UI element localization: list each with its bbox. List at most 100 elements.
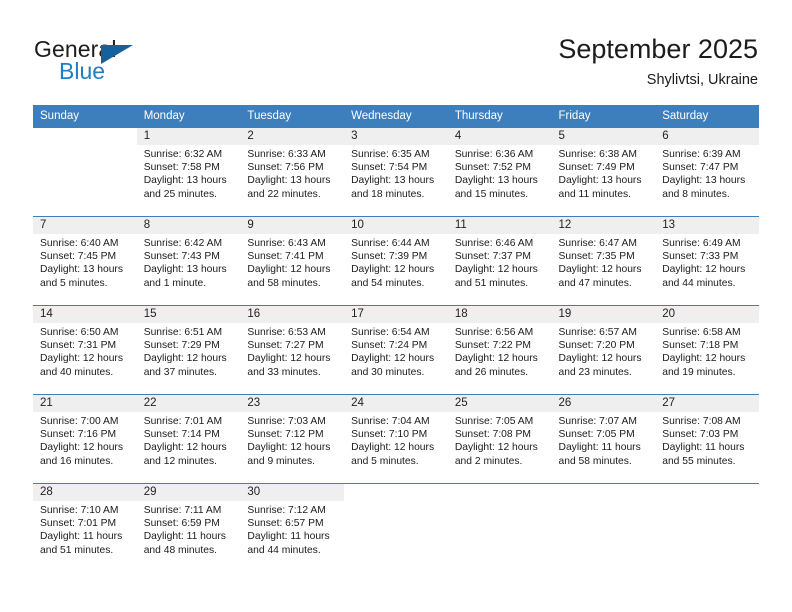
calendar-day-cell[interactable]: 9 Sunrise: 6:43 AM Sunset: 7:41 PM Daylight…: [240, 216, 345, 306]
brand-logo[interactable]: General Blue: [34, 36, 234, 88]
day-details: Sunrise: 6:40 AM Sunset: 7:45 PM Daylight:…: [33, 234, 137, 290]
calendar-day-cell[interactable]: 13 Sunrise: 6:49 AM Sunset: 7:33 PM Dayligh…: [655, 216, 759, 306]
sunrise-line: Sunrise: 6:58 AM: [662, 327, 741, 338]
daylight-line: and 55 minutes.: [662, 455, 736, 467]
daylight-line: Daylight: 12 hours: [143, 353, 227, 365]
calendar-day-cell[interactable]: 11 Sunrise: 6:46 AM Sunset: 7:37 PM Dayligh…: [447, 216, 552, 306]
day-details: Sunrise: 7:04 AM Sunset: 7:10 PM Daylight:…: [344, 412, 448, 468]
calendar-day-cell[interactable]: 27 Sunrise: 7:08 AM Sunset: 7:03 PM Dayligh…: [655, 394, 759, 484]
sunrise-line: Sunrise: 7:00 AM: [40, 416, 119, 427]
calendar-day-cell[interactable]: 25 Sunrise: 7:05 AM Sunset: 7:08 PM Dayligh…: [447, 394, 552, 484]
sunrise-line: Sunrise: 7:01 AM: [143, 416, 223, 427]
calendar-day-cell[interactable]: 16 Sunrise: 6:53 AM Sunset: 7:27 PM Dayligh…: [240, 305, 345, 395]
daylight-line: and 1 minute.: [143, 277, 207, 289]
daylight-line: Daylight: 12 hours: [351, 442, 435, 454]
day-details: Sunrise: 7:07 AM Sunset: 7:05 PM Daylight:…: [552, 412, 656, 468]
calendar-day-cell[interactable]: 2 Sunrise: 6:33 AM Sunset: 7:56 PM Daylight…: [240, 128, 345, 217]
calendar-header-row: Sunday Monday Tuesday Wednesday Thursday Frid…: [33, 105, 759, 128]
calendar-day-cell[interactable]: 26 Sunrise: 7:07 AM Sunset: 7:05 PM Dayligh…: [551, 394, 656, 484]
day-details: Sunrise: 6:35 AM Sunset: 7:54 PM Daylight:…: [344, 145, 448, 201]
daylight-line: Daylight: 12 hours: [247, 264, 331, 276]
sunset-line: Sunset: 7:24 PM: [351, 340, 428, 352]
calendar-day-cell[interactable]: 5 Sunrise: 6:38 AM Sunset: 7:49 PM Daylight…: [551, 128, 656, 217]
calendar-day-cell[interactable]: 18 Sunrise: 6:56 AM Sunset: 7:22 PM Dayligh…: [447, 305, 552, 395]
day-number: 8: [136, 217, 241, 234]
weekday-header-label: Sunday: [40, 110, 80, 122]
daylight-line: Daylight: 12 hours: [454, 264, 538, 276]
sunrise-line: Sunrise: 6:51 AM: [143, 327, 223, 338]
weekday-header-tuesday: Tuesday: [240, 105, 345, 128]
day-number: 12: [551, 217, 656, 234]
sunset-line: Sunset: 7:14 PM: [143, 429, 220, 441]
calendar-day-cell[interactable]: 7 Sunrise: 6:40 AM Sunset: 7:45 PM Daylight…: [33, 216, 137, 306]
calendar-day-cell[interactable]: 12 Sunrise: 6:47 AM Sunset: 7:35 PM Dayligh…: [551, 216, 656, 306]
daylight-line: and 15 minutes.: [454, 188, 529, 200]
calendar-day-cell[interactable]: 8 Sunrise: 6:42 AM Sunset: 7:43 PM Daylight…: [136, 216, 241, 306]
daylight-line: and 8 minutes.: [662, 188, 730, 200]
daylight-line: Daylight: 12 hours: [143, 442, 227, 454]
brand-name-blue: Blue: [59, 58, 106, 84]
day-number: [344, 484, 448, 501]
calendar-day-cell[interactable]: 20 Sunrise: 6:58 AM Sunset: 7:18 PM Dayligh…: [655, 305, 759, 395]
calendar-day-cell[interactable]: 19 Sunrise: 6:57 AM Sunset: 7:20 PM Dayligh…: [551, 305, 656, 395]
day-number: 7: [33, 217, 137, 234]
calendar-day-cell[interactable]: 28 Sunrise: 7:10 AM Sunset: 7:01 PM Dayligh…: [33, 483, 137, 572]
daylight-line: and 11 minutes.: [558, 188, 632, 200]
daylight-line: Daylight: 11 hours: [143, 531, 226, 543]
sunset-line: Sunset: 7:16 PM: [40, 429, 117, 441]
sunrise-line: Sunrise: 6:49 AM: [662, 238, 741, 249]
daylight-line: Daylight: 11 hours: [662, 442, 745, 454]
day-number: [655, 484, 759, 501]
calendar-day-cell[interactable]: 23 Sunrise: 7:03 AM Sunset: 7:12 PM Dayligh…: [240, 394, 345, 484]
calendar-day-cell[interactable]: 22 Sunrise: 7:01 AM Sunset: 7:14 PM Dayligh…: [136, 394, 241, 484]
calendar-day-cell[interactable]: 21 Sunrise: 7:00 AM Sunset: 7:16 PM Dayligh…: [33, 394, 137, 484]
sunset-line: Sunset: 7:47 PM: [662, 162, 739, 174]
day-number: 5: [551, 128, 656, 145]
day-number: 13: [655, 217, 759, 234]
daylight-line: and 58 minutes.: [558, 455, 632, 467]
daylight-line: Daylight: 13 hours: [143, 264, 227, 276]
calendar-day-cell[interactable]: 1 Sunrise: 6:32 AM Sunset: 7:58 PM Daylight…: [136, 128, 241, 217]
daylight-line: and 44 minutes.: [662, 277, 736, 289]
sunset-line: Sunset: 7:08 PM: [454, 429, 531, 441]
day-number: 17: [344, 306, 448, 323]
calendar-week-row: 21 Sunrise: 7:00 AM Sunset: 7:16 PM Dayligh…: [33, 394, 759, 484]
calendar-day-cell[interactable]: 24 Sunrise: 7:04 AM Sunset: 7:10 PM Dayligh…: [344, 394, 448, 484]
calendar-day-cell[interactable]: 4 Sunrise: 6:36 AM Sunset: 7:52 PM Daylight…: [447, 128, 552, 217]
daylight-line: and 48 minutes.: [143, 544, 217, 556]
day-number: 11: [447, 217, 552, 234]
page-subtitle: Shylivtsi, Ukraine: [646, 72, 758, 88]
day-details: Sunrise: 6:36 AM Sunset: 7:52 PM Daylight:…: [448, 145, 552, 201]
daylight-line: Daylight: 12 hours: [662, 264, 746, 276]
daylight-line: and 44 minutes.: [247, 544, 321, 556]
calendar-day-cell[interactable]: 15 Sunrise: 6:51 AM Sunset: 7:29 PM Dayligh…: [136, 305, 241, 395]
sunrise-line: Sunrise: 6:35 AM: [351, 149, 430, 160]
triangle-icon: [101, 45, 133, 64]
sunset-line: Sunset: 7:49 PM: [558, 162, 635, 174]
daylight-line: and 40 minutes.: [40, 366, 114, 378]
day-details: Sunrise: 6:49 AM Sunset: 7:33 PM Daylight:…: [655, 234, 759, 290]
weekday-header-sunday: Sunday: [33, 105, 137, 128]
day-number: 2: [240, 128, 345, 145]
day-details: Sunrise: 6:47 AM Sunset: 7:35 PM Daylight:…: [552, 234, 656, 290]
sunrise-line: Sunrise: 6:42 AM: [143, 238, 223, 249]
weekday-header-label: Monday: [143, 110, 185, 122]
weekday-header-label: Friday: [558, 110, 591, 122]
calendar-day-cell[interactable]: 14 Sunrise: 6:50 AM Sunset: 7:31 PM Dayligh…: [33, 305, 137, 395]
day-number: 4: [447, 128, 552, 145]
calendar-day-cell[interactable]: 6 Sunrise: 6:39 AM Sunset: 7:47 PM Daylight…: [655, 128, 759, 217]
day-number: 29: [136, 484, 241, 501]
calendar-week-row: 7 Sunrise: 6:40 AM Sunset: 7:45 PM Daylight…: [33, 216, 759, 306]
calendar-day-cell-empty: [33, 128, 137, 217]
sunrise-line: Sunrise: 6:44 AM: [351, 238, 430, 249]
calendar-day-cell[interactable]: 3 Sunrise: 6:35 AM Sunset: 7:54 PM Daylight…: [344, 128, 448, 217]
daylight-line: and 51 minutes.: [454, 277, 529, 289]
daylight-line: and 30 minutes.: [351, 366, 425, 378]
calendar-day-cell[interactable]: 17 Sunrise: 6:54 AM Sunset: 7:24 PM Dayligh…: [344, 305, 448, 395]
daylight-line: Daylight: 13 hours: [351, 175, 435, 187]
calendar-day-cell[interactable]: 29 Sunrise: 7:11 AM Sunset: 6:59 PM Dayligh…: [136, 483, 241, 572]
daylight-line: and 37 minutes.: [143, 366, 217, 378]
calendar-day-cell[interactable]: 10 Sunrise: 6:44 AM Sunset: 7:39 PM Dayligh…: [344, 216, 448, 306]
calendar-day-cell[interactable]: 30 Sunrise: 7:12 AM Sunset: 6:57 PM Dayligh…: [240, 483, 345, 572]
daylight-line: and 58 minutes.: [247, 277, 321, 289]
